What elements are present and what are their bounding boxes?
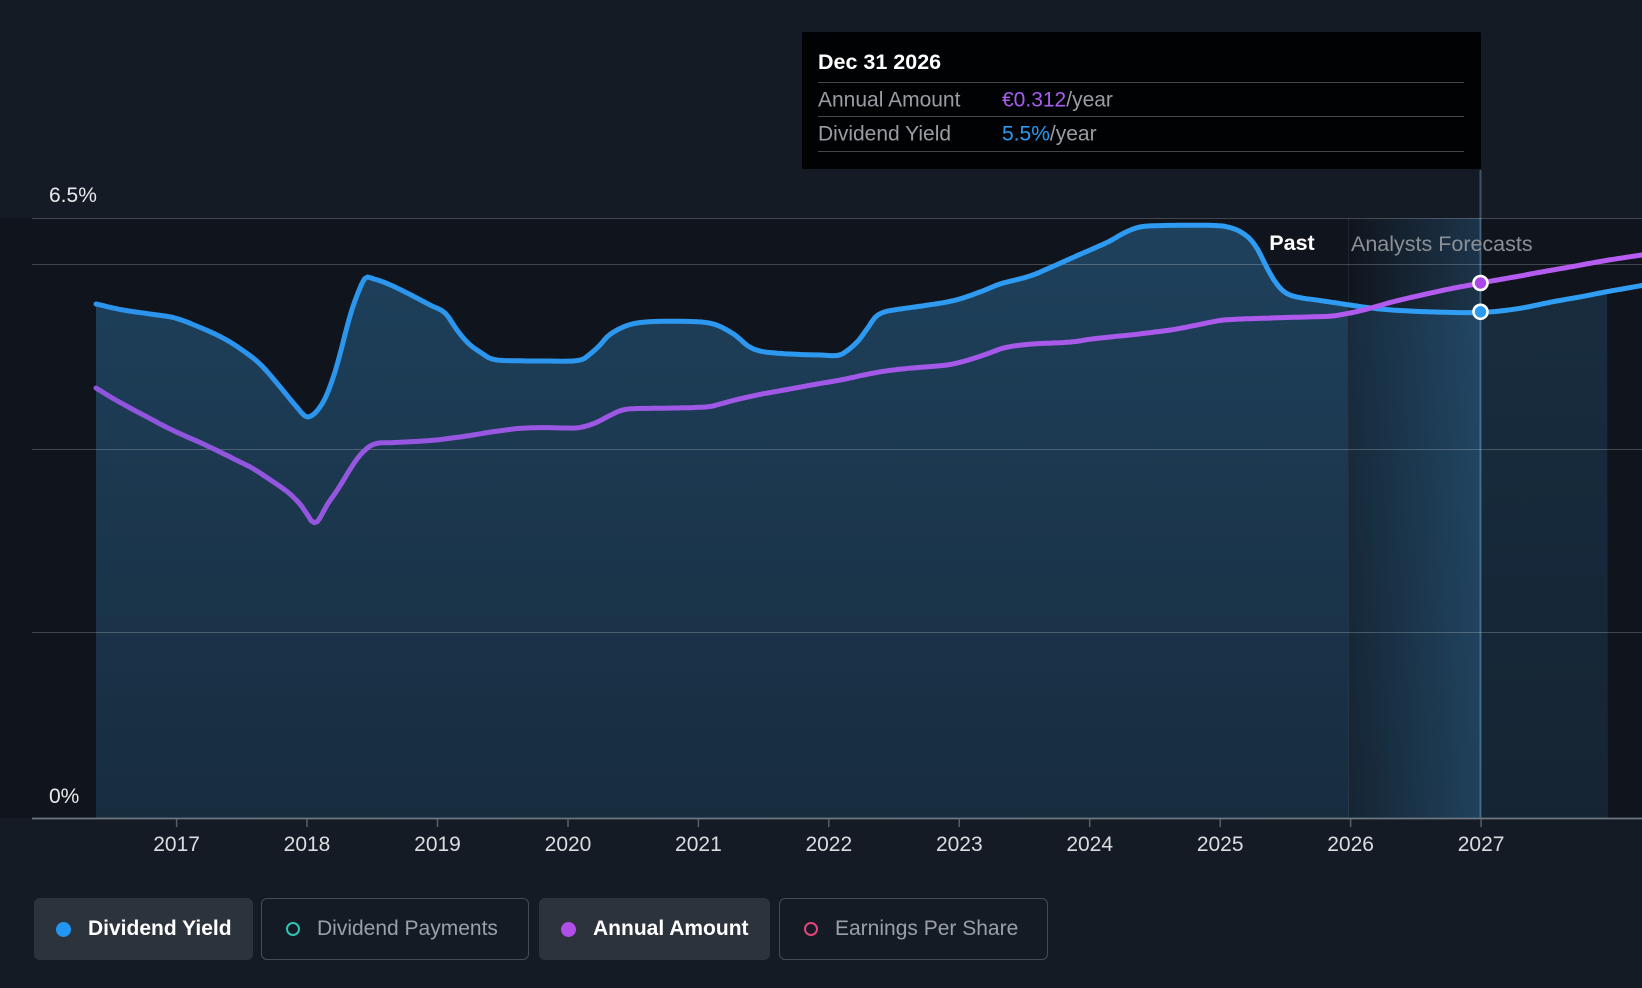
svg-text:5.5%/year: 5.5%/year [1002,123,1097,146]
svg-text:2019: 2019 [414,833,461,856]
svg-text:2020: 2020 [545,833,592,856]
svg-text:Dividend Yield: Dividend Yield [818,123,951,146]
svg-text:Dec 31 2026: Dec 31 2026 [818,50,941,74]
svg-text:2021: 2021 [675,833,722,856]
svg-text:0%: 0% [49,785,79,808]
svg-text:Past: Past [1269,231,1314,255]
svg-text:2024: 2024 [1066,833,1113,856]
svg-text:2026: 2026 [1327,833,1374,856]
svg-text:2022: 2022 [805,833,852,856]
svg-text:2018: 2018 [284,833,331,856]
svg-text:Analysts Forecasts: Analysts Forecasts [1351,232,1533,256]
svg-text:€0.312/year: €0.312/year [1002,89,1113,112]
svg-text:2023: 2023 [936,833,983,856]
svg-text:2017: 2017 [153,833,200,856]
svg-text:6.5%: 6.5% [49,184,97,207]
svg-text:Annual Amount: Annual Amount [818,89,961,112]
svg-text:2025: 2025 [1197,833,1244,856]
svg-text:2027: 2027 [1458,833,1505,856]
